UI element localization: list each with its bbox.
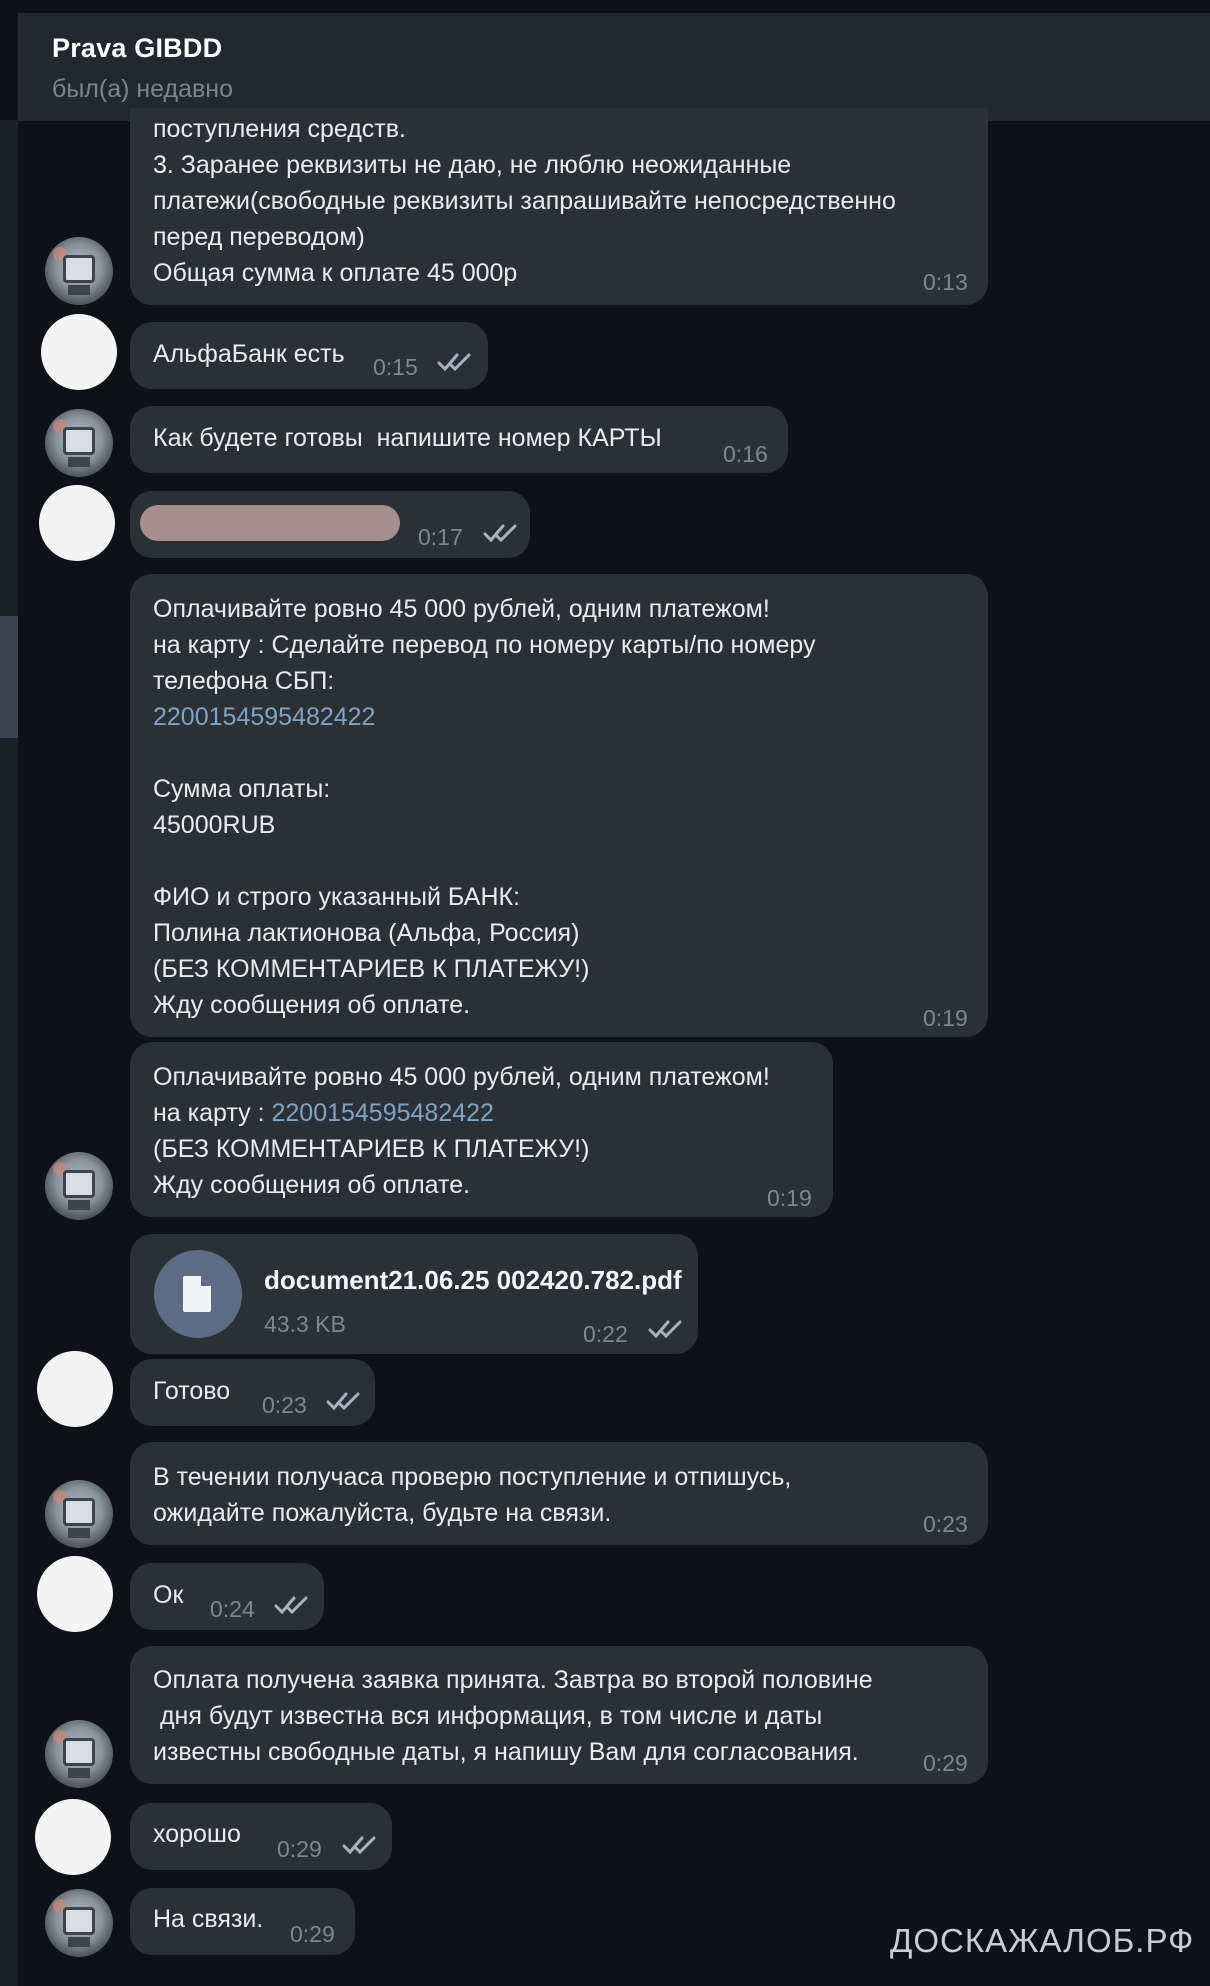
double-check-icon (342, 1834, 380, 1856)
message-bubble-outgoing[interactable]: 0:17 (130, 491, 530, 558)
sender-avatar[interactable] (45, 1152, 113, 1220)
message-line: Оплачивайте ровно 45 000 рублей, одним п… (153, 1063, 770, 1091)
sender-avatar[interactable] (45, 237, 113, 305)
double-check-icon (483, 522, 521, 544)
message-line: Жду сообщения об оплате. (153, 1171, 471, 1199)
avatar-detail (68, 1768, 90, 1778)
avatar-detail (68, 1937, 90, 1947)
sender-avatar[interactable] (45, 1720, 113, 1788)
my-avatar[interactable] (37, 1351, 113, 1427)
watermark: ДОСКАЖАЛОБ.РФ (890, 1922, 1195, 1959)
message-line: Общая сумма к оплате 45 000р (153, 259, 518, 287)
double-check-icon (437, 351, 475, 373)
message-text: На связи. (153, 1905, 264, 1933)
message-bubble-incoming[interactable]: В течении получаса проверю поступление и… (130, 1442, 988, 1545)
message-line: (БЕЗ КОММЕНТАРИЕВ К ПЛАТЕЖУ!) (153, 1135, 590, 1163)
card-number-link[interactable]: 2200154595482422 (271, 1099, 493, 1127)
message-text: Как будете готовы напишите номер КАРТЫ (153, 424, 662, 452)
message-line: 45000RUB (153, 811, 276, 839)
message-text: Ок (153, 1581, 184, 1609)
message-time: 0:19 (767, 1185, 812, 1211)
avatar-detail (63, 1498, 95, 1526)
avatar-detail (63, 1907, 95, 1935)
my-avatar[interactable] (41, 314, 117, 390)
message-line: перед переводом) (153, 223, 365, 251)
avatar-detail (68, 285, 90, 295)
message-bubble-incoming[interactable]: Как будете готовы напишите номер КАРТЫ 0… (130, 406, 788, 473)
message-time: 0:16 (723, 441, 768, 467)
sender-avatar[interactable] (45, 409, 113, 477)
my-avatar[interactable] (35, 1799, 111, 1875)
chat-header[interactable]: Prava GIBDD был(а) недавно (18, 13, 1210, 121)
avatar-detail (68, 457, 90, 467)
avatar-detail (63, 1170, 95, 1198)
avatar-detail (63, 255, 95, 283)
avatar-detail (63, 427, 95, 455)
message-time: 0:15 (373, 354, 418, 380)
message-time: 0:19 (923, 1005, 968, 1031)
last-seen-status: был(а) недавно (52, 75, 234, 103)
message-line: ФИО и строго указанный БАНК: (153, 883, 521, 911)
card-prefix: на карту : (153, 1099, 272, 1127)
message-line: 3. Заранее реквизиты не даю, не люблю не… (153, 151, 792, 179)
left-panel-edge (0, 120, 18, 1986)
window-top-strip (0, 0, 1210, 13)
message-line: на карту : 2200154595482422 (153, 1095, 494, 1131)
message-line: поступления средств. (153, 115, 406, 143)
message-bubble-incoming[interactable]: поступления средств. 3. Заранее реквизит… (130, 108, 988, 305)
double-check-icon (648, 1318, 686, 1340)
message-line: дня будут известна вся информация, в том… (153, 1702, 823, 1730)
message-line: В течении получаса проверю поступление и… (153, 1463, 792, 1491)
message-line: на карту : Сделайте перевод по номеру ка… (153, 631, 816, 659)
message-line: Жду сообщения об оплате. (153, 991, 471, 1019)
message-time: 0:17 (418, 524, 463, 550)
double-check-icon (326, 1390, 364, 1412)
scrollbar-thumb[interactable] (0, 616, 18, 738)
message-bubble-incoming[interactable]: Оплата получена заявка принята. Завтра в… (130, 1646, 988, 1784)
message-bubble-outgoing[interactable]: Готово 0:23 (130, 1359, 375, 1426)
chat-title[interactable]: Prava GIBDD (52, 33, 222, 64)
message-bubble-incoming[interactable]: На связи. 0:29 (130, 1888, 355, 1955)
message-line: известны свободные даты, я напишу Вам дл… (153, 1738, 859, 1766)
message-time: 0:29 (923, 1750, 968, 1776)
message-bubble-incoming[interactable]: Оплачивайте ровно 45 000 рублей, одним п… (130, 1042, 833, 1217)
avatar-detail (68, 1528, 90, 1538)
message-time: 0:29 (290, 1921, 335, 1947)
message-line: Оплачивайте ровно 45 000 рублей, одним п… (153, 595, 770, 623)
message-bubble-outgoing[interactable]: АльфаБанк есть 0:15 (130, 322, 488, 389)
card-number-link[interactable]: 2200154595482422 (153, 699, 375, 735)
message-text: АльфаБанк есть (153, 340, 345, 368)
document-icon[interactable] (154, 1250, 242, 1338)
message-time: 0:23 (923, 1511, 968, 1537)
sender-avatar[interactable] (45, 1480, 113, 1548)
message-time: 0:29 (277, 1836, 322, 1862)
message-bubble-incoming[interactable]: Оплачивайте ровно 45 000 рублей, одним п… (130, 574, 988, 1037)
redacted-card-number (140, 505, 400, 541)
avatar-detail (63, 1738, 95, 1766)
my-avatar[interactable] (37, 1556, 113, 1632)
message-bubble-outgoing[interactable]: хорошо 0:29 (130, 1803, 392, 1870)
sender-avatar[interactable] (45, 1889, 113, 1957)
message-line: ожидайте пожалуйста, будьте на связи. (153, 1499, 612, 1527)
message-time: 0:22 (583, 1321, 628, 1347)
message-line: (БЕЗ КОММЕНТАРИЕВ К ПЛАТЕЖУ!) (153, 955, 590, 983)
message-time: 0:13 (923, 269, 968, 295)
double-check-icon (274, 1594, 312, 1616)
message-text: хорошо (153, 1820, 241, 1848)
message-line: Сумма оплаты: (153, 775, 331, 803)
message-line: Оплата получена заявка принята. Завтра в… (153, 1666, 873, 1694)
message-time: 0:24 (210, 1596, 255, 1622)
message-line: платежи(свободные реквизиты запрашивайте… (153, 187, 896, 215)
message-time: 0:23 (262, 1392, 307, 1418)
file-message-bubble[interactable]: document21.06.25 002420.782.pdf 43.3 KB … (130, 1234, 698, 1354)
message-text: Готово (153, 1377, 231, 1405)
file-name[interactable]: document21.06.25 002420.782.pdf (264, 1262, 682, 1298)
file-size: 43.3 KB (264, 1311, 346, 1337)
message-line: телефона СБП: (153, 667, 335, 695)
message-bubble-outgoing[interactable]: Ок 0:24 (130, 1563, 324, 1630)
avatar-detail (68, 1200, 90, 1210)
message-line: Полина лактионова (Альфа, Россия) (153, 919, 580, 947)
my-avatar[interactable] (39, 485, 115, 561)
